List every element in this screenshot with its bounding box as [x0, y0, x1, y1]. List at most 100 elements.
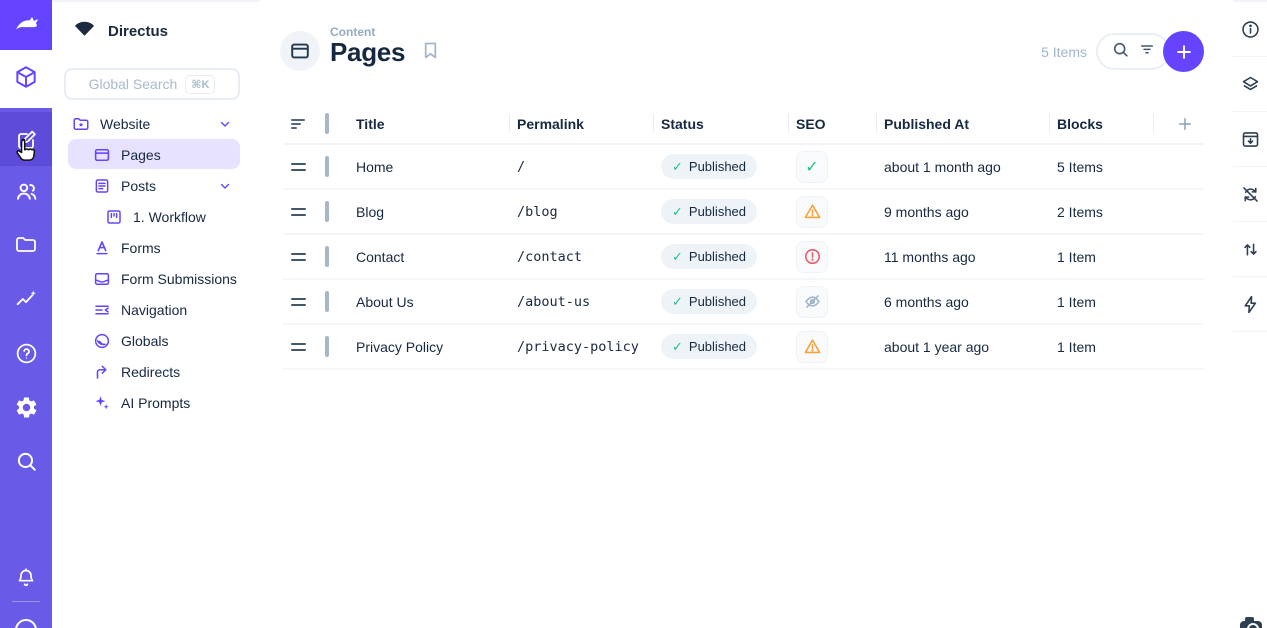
bolt-icon	[1240, 294, 1261, 315]
document-icon	[93, 177, 111, 195]
cell-published-at: 9 months ago	[876, 204, 1049, 220]
cell-permalink: /blog	[509, 204, 653, 220]
module-settings[interactable]	[0, 391, 52, 423]
nav-list-icon	[93, 301, 111, 319]
nav-item-redirects[interactable]: Redirects	[52, 356, 260, 387]
nav-item-website[interactable]: Website	[52, 108, 260, 139]
nav-item-label: Posts	[121, 178, 156, 194]
drag-handle-icon[interactable]	[283, 343, 313, 351]
nav-item-label: Pages	[121, 147, 161, 163]
module-content-active[interactable]	[0, 50, 52, 108]
nav-item-posts[interactable]: Posts	[52, 170, 260, 201]
bookmark-icon[interactable]	[420, 40, 441, 66]
chevron-down-icon[interactable]	[218, 179, 232, 193]
cell-published-at: about 1 month ago	[876, 159, 1049, 175]
column-header-published-at[interactable]: Published At	[876, 104, 1049, 143]
search-icon	[14, 449, 39, 474]
module-search[interactable]	[0, 445, 52, 477]
up-down-arrows-icon	[1240, 239, 1261, 260]
cell-blocks: 1 Item	[1049, 249, 1153, 265]
manual-sort-button[interactable]	[283, 104, 313, 143]
cell-blocks: 1 Item	[1049, 339, 1153, 355]
module-users[interactable]	[0, 175, 52, 207]
table-row[interactable]: Contact /contact ✓Published ✓ 11 months …	[283, 235, 1204, 280]
table-row[interactable]: Blog /blog ✓Published ✓ 9 months ago 2 I…	[283, 190, 1204, 235]
global-search-input[interactable]: Global Search ⌘K	[64, 68, 240, 100]
nav-item-label: Globals	[121, 333, 168, 349]
drag-handle-icon[interactable]	[283, 253, 313, 261]
drag-handle-icon[interactable]	[283, 298, 313, 306]
column-header-seo[interactable]: SEO	[788, 104, 876, 143]
row-checkbox[interactable]	[325, 156, 329, 177]
nav-item-label: AI Prompts	[121, 395, 190, 411]
cell-permalink: /privacy-policy	[509, 339, 653, 355]
nav-item-form-submissions[interactable]: Form Submissions	[52, 263, 260, 294]
search-icon[interactable]	[1111, 40, 1130, 64]
drag-handle-icon[interactable]	[283, 163, 313, 171]
sidebar-archive-button[interactable]	[1233, 112, 1267, 167]
gear-icon	[14, 395, 39, 420]
sidebar-sync-disabled-button[interactable]	[1233, 167, 1267, 222]
row-checkbox[interactable]	[325, 291, 329, 312]
cell-title: Contact	[348, 249, 509, 265]
nav-item-ai-prompts[interactable]: AI Prompts	[52, 387, 260, 418]
table-row[interactable]: Home / ✓Published ✓ about 1 month ago 5 …	[283, 145, 1204, 190]
add-column-button[interactable]	[1153, 104, 1204, 143]
nav-item-globals[interactable]: Globals	[52, 325, 260, 356]
nav-item-forms[interactable]: Forms	[52, 232, 260, 263]
column-header-blocks[interactable]: Blocks	[1049, 104, 1153, 143]
cell-permalink: /	[509, 159, 653, 175]
project-name: Directus	[108, 23, 168, 40]
sidebar-info-button[interactable]	[1233, 2, 1267, 57]
directus-logo-tile[interactable]	[0, 0, 52, 50]
cell-permalink: /contact	[509, 249, 653, 265]
cell-published-at: about 1 year ago	[876, 339, 1049, 355]
avatar-circle-partial[interactable]	[15, 619, 37, 628]
module-editor[interactable]	[0, 124, 52, 156]
add-item-button[interactable]	[1163, 31, 1204, 72]
kanban-icon	[105, 208, 123, 226]
drag-handle-icon[interactable]	[283, 208, 313, 216]
sidebar-import-export-button[interactable]	[1233, 222, 1267, 277]
table-row[interactable]: About Us /about-us ✓Published ✓ 6 months…	[283, 280, 1204, 325]
redirect-arrow-icon	[93, 363, 111, 381]
project-row[interactable]: Directus	[72, 16, 168, 46]
module-files[interactable]	[0, 229, 52, 261]
sidebar-flows-button[interactable]	[1233, 277, 1267, 332]
edit-icon	[14, 128, 38, 152]
filter-icon[interactable]	[1138, 40, 1156, 63]
column-header-permalink[interactable]: Permalink	[509, 104, 653, 143]
status-badge: ✓Published	[661, 334, 757, 359]
sidebar-layout-button[interactable]	[1233, 57, 1267, 112]
seo-warning-icon	[803, 202, 822, 221]
inbox-icon	[93, 270, 111, 288]
column-header-title[interactable]: Title	[348, 104, 509, 143]
seo-status-icon: ✓	[796, 151, 828, 183]
seo-warning-icon	[803, 337, 822, 356]
search-filter-pill	[1096, 33, 1170, 70]
cell-title: Blog	[348, 204, 509, 220]
status-badge: ✓Published	[661, 244, 757, 269]
nav-item-navigation[interactable]: Navigation	[52, 294, 260, 325]
nav-item-pages[interactable]: Pages	[52, 139, 260, 170]
users-icon	[14, 179, 39, 204]
module-bar-divider	[12, 601, 40, 602]
seo-status-icon: ✓	[796, 331, 828, 363]
column-header-status[interactable]: Status	[653, 104, 788, 143]
module-insights[interactable]	[0, 283, 52, 315]
row-checkbox[interactable]	[325, 201, 329, 222]
row-checkbox[interactable]	[325, 336, 329, 357]
content-area: Content Pages 5 Items Title Permalink St…	[260, 0, 1233, 628]
chevron-down-icon[interactable]	[218, 117, 232, 131]
row-checkbox[interactable]	[325, 246, 329, 267]
directus-app: Directus Global Search ⌘K Website	[0, 0, 1267, 628]
module-help[interactable]	[0, 337, 52, 369]
nav-item-workflow[interactable]: 1. Workflow	[52, 201, 260, 232]
table-row[interactable]: Privacy Policy /privacy-policy ✓Publishe…	[283, 325, 1204, 370]
select-all-checkbox[interactable]	[325, 113, 329, 134]
cell-permalink: /about-us	[509, 294, 653, 310]
nav-item-label: Website	[100, 116, 150, 132]
notifications-button[interactable]	[0, 562, 52, 594]
nav-item-label: 1. Workflow	[133, 209, 206, 225]
folder-icon	[14, 233, 38, 257]
